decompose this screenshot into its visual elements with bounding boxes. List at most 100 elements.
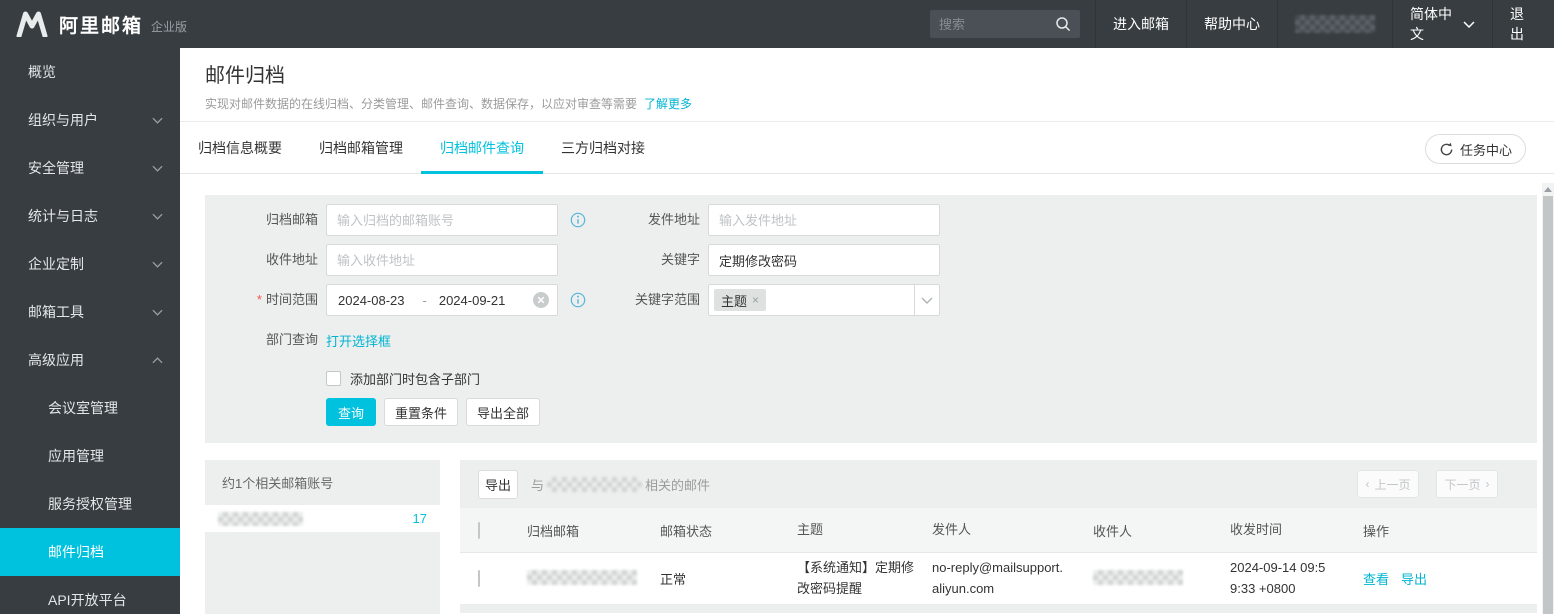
tabbar: 归档信息概要 归档邮箱管理 归档邮件查询 三方归档对接 [180, 123, 1554, 174]
scope-tag-label: 主题 [721, 291, 747, 310]
recipient-redacted [1093, 570, 1183, 585]
nav-help-center[interactable]: 帮助中心 [1186, 0, 1277, 48]
sidebar-item-label: 高级应用 [28, 350, 152, 370]
recipient-address-label: 收件地址 [205, 244, 318, 276]
date-start[interactable]: 2024-08-23 [338, 293, 405, 308]
tab-archive-info-overview[interactable]: 归档信息概要 [198, 123, 282, 173]
chevron-down-icon [152, 261, 163, 268]
info-icon[interactable] [570, 212, 586, 228]
brand-logo-icon [15, 11, 49, 37]
search-icon[interactable] [1055, 16, 1071, 32]
column-sender: 发件人 [915, 520, 1076, 540]
keyword-scope-select[interactable]: 主题 × [708, 284, 940, 316]
archive-mailbox-input[interactable] [326, 204, 558, 236]
nav-logout[interactable]: 退出 [1492, 0, 1554, 48]
task-center-label: 任务中心 [1460, 140, 1512, 159]
time-range-label-text: 时间范围 [266, 292, 318, 307]
row-checkbox[interactable] [478, 570, 480, 587]
tab-label: 归档邮件查询 [440, 138, 524, 158]
tag-remove-icon[interactable]: × [752, 293, 759, 307]
sidebar-item-overview[interactable]: 概览 [0, 48, 180, 96]
tab-archive-mail-query[interactable]: 归档邮件查询 [440, 123, 524, 173]
keyword-input[interactable] [708, 244, 940, 276]
sidebar-item-security[interactable]: 安全管理 [0, 144, 180, 192]
row-export-link[interactable]: 导出 [1401, 569, 1427, 588]
sidebar-item-meeting-rooms[interactable]: 会议室管理 [0, 384, 180, 432]
required-mark: * [257, 292, 262, 307]
sidebar-item-customization[interactable]: 企业定制 [0, 240, 180, 288]
select-arrow-area[interactable] [914, 285, 939, 315]
next-page-label: 下一页 [1444, 476, 1480, 493]
open-selector-link[interactable]: 打开选择框 [326, 331, 391, 350]
column-status: 邮箱状态 [643, 521, 780, 540]
related-suffix: 相关的邮件 [645, 475, 710, 494]
scrollbar-thumb[interactable] [1543, 196, 1553, 614]
tab-third-party-archive[interactable]: 三方归档对接 [561, 123, 645, 173]
scrollbar-up-arrow-icon[interactable] [1542, 183, 1554, 196]
chevron-up-icon [152, 357, 163, 364]
sidebar-item-label: 邮箱工具 [28, 302, 152, 322]
nav-enter-mailbox[interactable]: 进入邮箱 [1095, 0, 1186, 48]
sidebar-item-service-auth[interactable]: 服务授权管理 [0, 480, 180, 528]
sidebar-subitem-label: 应用管理 [48, 446, 104, 466]
column-actions: 操作 [1346, 521, 1537, 540]
scope-tag-subject: 主题 × [714, 289, 766, 311]
chevron-down-icon [152, 213, 163, 220]
brand: 阿里邮箱 企业版 [0, 0, 187, 48]
mails-toolbar: 导出 与 相关的邮件 ‹ 上一页 下一页 › [460, 460, 1537, 508]
select-all-checkbox[interactable] [478, 522, 480, 539]
sidebar-item-mail-tools[interactable]: 邮箱工具 [0, 288, 180, 336]
sidebar-subitem-label: 服务授权管理 [48, 494, 132, 514]
page-header: 邮件归档 实现对邮件数据的在线归档、分类管理、邮件查询、数据保存，以应对审查等需… [180, 48, 1554, 122]
prev-page-icon: ‹ [1365, 477, 1369, 491]
query-button[interactable]: 查询 [326, 398, 376, 426]
cell-recipient [1076, 570, 1213, 588]
prev-page-button[interactable]: ‹ 上一页 [1357, 470, 1419, 498]
task-center-button[interactable]: 任务中心 [1425, 134, 1526, 164]
date-end[interactable]: 2024-09-21 [439, 293, 506, 308]
sender-address-input[interactable] [708, 204, 940, 236]
related-prefix: 与 [531, 475, 544, 494]
cell-actions: 查看 导出 [1346, 569, 1537, 588]
prev-page-label: 上一页 [1374, 476, 1410, 493]
sidebar-subitem-label: 会议室管理 [48, 398, 118, 418]
include-subdept-checkbox[interactable] [326, 371, 341, 386]
sidebar-item-label: 概览 [28, 62, 163, 82]
view-link[interactable]: 查看 [1363, 569, 1389, 588]
date-separator: - [423, 293, 427, 308]
export-all-button[interactable]: 导出全部 [466, 398, 540, 426]
nav-language[interactable]: 简体中文 [1392, 0, 1492, 48]
topbar: 阿里邮箱 企业版 进入邮箱 帮助中心 简体中文 退出 [0, 0, 1554, 48]
reset-button[interactable]: 重置条件 [384, 398, 458, 426]
chevron-down-icon [152, 165, 163, 172]
account-email-redacted [218, 512, 303, 526]
nav-account[interactable] [1277, 0, 1392, 48]
export-button[interactable]: 导出 [478, 470, 518, 499]
cell-sender: no-reply@mailsupport.aliyun.com [915, 558, 1076, 598]
learn-more-link[interactable]: 了解更多 [644, 97, 692, 111]
column-mailbox: 归档邮箱 [510, 521, 643, 540]
recipient-address-input[interactable] [326, 244, 558, 276]
brand-name: 阿里邮箱 [59, 11, 143, 38]
related-mails-caption: 与 相关的邮件 [531, 475, 710, 494]
next-page-button[interactable]: 下一页 › [1436, 470, 1498, 498]
account-list-item[interactable]: 17 [205, 505, 440, 532]
sidebar-item-advanced-apps[interactable]: 高级应用 [0, 336, 180, 384]
brand-edition: 企业版 [151, 18, 187, 35]
sidebar-item-api-platform[interactable]: API开放平台 [0, 576, 180, 614]
sidebar: 概览 组织与用户 安全管理 统计与日志 企业定制 邮箱工具 高级应用 会议室管理… [0, 48, 180, 614]
info-icon[interactable] [570, 292, 586, 308]
sidebar-item-org-users[interactable]: 组织与用户 [0, 96, 180, 144]
sidebar-item-mail-archive[interactable]: 邮件归档 [0, 528, 180, 576]
sidebar-item-app-management[interactable]: 应用管理 [0, 432, 180, 480]
account-name-redacted [1295, 15, 1375, 33]
vertical-scrollbar[interactable] [1542, 183, 1554, 614]
search-input[interactable] [939, 17, 1055, 32]
sidebar-item-stats-logs[interactable]: 统计与日志 [0, 192, 180, 240]
topbar-search[interactable] [930, 10, 1080, 38]
refresh-icon [1439, 142, 1454, 157]
sidebar-item-label: 组织与用户 [28, 110, 152, 130]
clear-date-icon[interactable] [532, 291, 550, 309]
tab-archive-mailbox-management[interactable]: 归档邮箱管理 [319, 123, 403, 173]
date-range-picker[interactable]: 2024-08-23 - 2024-09-21 [326, 284, 558, 316]
